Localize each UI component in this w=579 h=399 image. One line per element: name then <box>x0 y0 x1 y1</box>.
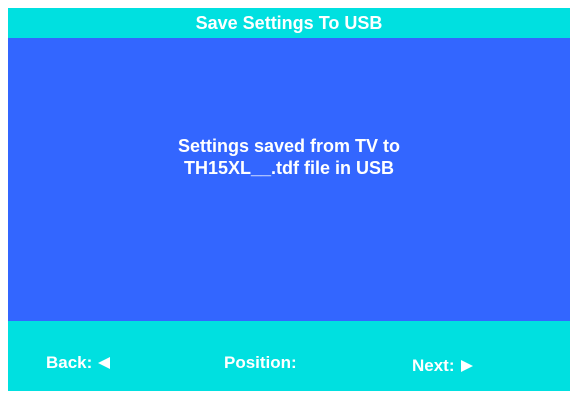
next-label: Next: <box>412 356 455 375</box>
arrow-right-icon <box>460 360 473 372</box>
arrow-left-icon <box>98 357 111 369</box>
dialog-title: Save Settings To USB <box>195 12 383 33</box>
title-bar: Save Settings To USB <box>8 8 570 38</box>
tv-osd-dialog: Save Settings To USB Settings saved from… <box>8 8 570 391</box>
next-button[interactable]: Next: <box>412 356 473 376</box>
back-button[interactable]: Back: <box>46 353 111 373</box>
message-line-2: TH15XL__.tdf file in USB <box>183 158 395 178</box>
message-panel: Settings saved from TV to TH15XL__.tdf f… <box>8 38 570 321</box>
position-control[interactable]: Position: <box>224 353 297 373</box>
footer-bar: Back: Position: Next: <box>8 321 570 391</box>
message-line-1: Settings saved from TV to <box>177 136 401 156</box>
back-label: Back: <box>46 353 93 372</box>
position-label: Position: <box>224 353 297 372</box>
status-message: Settings saved from TV to TH15XL__.tdf f… <box>8 135 570 179</box>
